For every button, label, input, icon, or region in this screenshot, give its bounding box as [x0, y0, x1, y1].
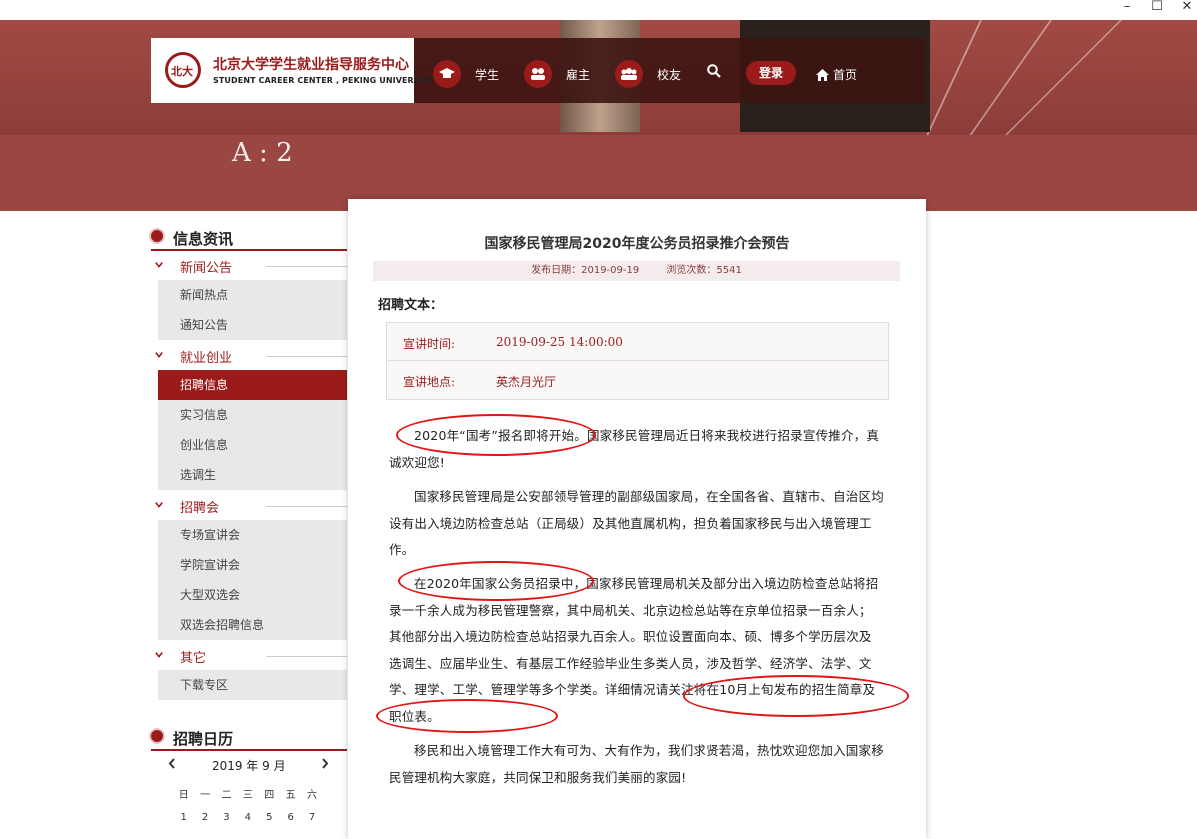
- category-news[interactable]: 新闻公告: [151, 250, 347, 280]
- sidebar-section-title: 信息资讯: [151, 220, 347, 251]
- category-other[interactable]: 其它: [151, 640, 347, 670]
- calendar-day[interactable]: 6: [280, 812, 301, 823]
- login-button[interactable]: 登录: [746, 61, 796, 85]
- article-meta: 发布日期：2019-09-19 浏览次数：5541: [373, 261, 900, 281]
- sidebar-item-large-fairs[interactable]: 大型双选会: [158, 580, 347, 610]
- category-label: 招聘会: [180, 501, 220, 516]
- home-label: 首页: [833, 68, 858, 82]
- calendar-week: 1 2 3 4 5 6 7: [173, 812, 333, 823]
- sidebar-item-internship[interactable]: 实习信息: [158, 400, 347, 430]
- search-icon[interactable]: [707, 64, 721, 78]
- sidebar-item-startup[interactable]: 创业信息: [158, 430, 347, 460]
- sidebar-item-fair-info[interactable]: 双选会招聘信息: [158, 610, 347, 640]
- sidebar-item-news-hot[interactable]: 新闻热点: [158, 280, 347, 310]
- info-value: 2019-09-25 14:00:00: [496, 335, 623, 349]
- calendar-month: 2019 年 9 月: [212, 759, 286, 773]
- chevron-left-icon[interactable]: [168, 758, 176, 769]
- pku-seal-icon: [165, 52, 201, 88]
- category-job-fairs[interactable]: 招聘会: [151, 490, 347, 520]
- category-label: 新闻公告: [180, 261, 233, 276]
- sidebar: 信息资讯 新闻公告 新闻热点 通知公告 就业创业 招聘信息 实习信息 创业信息 …: [151, 220, 347, 700]
- nav-student[interactable]: 学生: [433, 59, 499, 89]
- weekday: 日: [178, 790, 189, 801]
- bullet-icon: [151, 230, 163, 242]
- nav-employer[interactable]: 雇主: [524, 59, 590, 89]
- nav-student-label: 学生: [475, 67, 500, 82]
- sidebar-item-downloads[interactable]: 下载专区: [158, 670, 347, 700]
- info-title: 信息资讯: [173, 230, 234, 248]
- info-key: 宣讲地点:: [403, 375, 456, 389]
- weekday: 六: [307, 790, 318, 801]
- calendar-day[interactable]: 5: [259, 812, 280, 823]
- nav-alumni[interactable]: 校友: [615, 59, 681, 89]
- sidebar-item-notices[interactable]: 通知公告: [158, 310, 347, 340]
- article-title: 国家移民管理局2020年度公务员招录推介会预告: [484, 236, 790, 252]
- recruitment-calendar: 招聘日历 2019 年 9 月 日 一 二 三 四 五 六 1 2 3 4 5 …: [151, 720, 347, 823]
- home-icon: [816, 68, 829, 81]
- calendar-day[interactable]: 1: [173, 812, 194, 823]
- annotation-oval: [398, 561, 594, 601]
- chevron-right-icon[interactable]: [321, 758, 329, 769]
- banner-text: A : 2: [232, 138, 293, 168]
- weekday: 五: [285, 790, 296, 801]
- maximize-button[interactable]: ☐: [1142, 0, 1172, 18]
- publish-date: 发布日期：2019-09-19: [531, 265, 640, 276]
- window-titlebar: – ☐ ✕: [0, 0, 1197, 20]
- divider: [266, 656, 347, 657]
- view-count: 浏览次数：5541: [666, 265, 742, 276]
- weekday: 二: [221, 790, 232, 801]
- divider: [266, 506, 347, 507]
- calendar-section-title: 招聘日历: [151, 720, 347, 751]
- graduation-cap-icon: [433, 60, 461, 88]
- sidebar-item-recruitment[interactable]: 招聘信息: [158, 370, 347, 400]
- sidebar-item-special-talks[interactable]: 专场宣讲会: [158, 520, 347, 550]
- close-button[interactable]: ✕: [1172, 0, 1197, 18]
- group-icon: [615, 60, 643, 88]
- chevron-down-icon: [155, 502, 163, 508]
- calendar-day[interactable]: 3: [216, 812, 237, 823]
- calendar-day[interactable]: 7: [301, 812, 322, 823]
- weekday: 三: [242, 790, 253, 801]
- calendar-header: 2019 年 9 月: [165, 756, 335, 776]
- calendar-title: 招聘日历: [173, 730, 234, 748]
- annotation-oval: [396, 414, 596, 456]
- logo-title: 北京大学学生就业指导服务中心: [213, 57, 409, 73]
- annotation-oval: [376, 699, 558, 733]
- sidebar-item-college-talks[interactable]: 学院宣讲会: [158, 550, 347, 580]
- chevron-down-icon: [155, 352, 163, 358]
- chevron-down-icon: [155, 652, 163, 658]
- calendar-day[interactable]: 2: [194, 812, 215, 823]
- bullet-icon: [151, 730, 163, 742]
- category-label: 就业创业: [180, 351, 233, 366]
- annotation-oval: [683, 675, 909, 717]
- nav-alumni-label: 校友: [657, 67, 682, 82]
- category-employment[interactable]: 就业创业: [151, 340, 347, 370]
- weekday: 四: [264, 790, 275, 801]
- sidebar-item-selected-graduates[interactable]: 选调生: [158, 460, 347, 490]
- minimize-button[interactable]: –: [1112, 0, 1142, 18]
- info-value: 英杰月光厅: [496, 375, 557, 389]
- divider: [266, 356, 347, 357]
- info-key: 宣讲时间:: [403, 337, 456, 351]
- nav-employer-label: 雇主: [566, 67, 591, 82]
- article-panel: 国家移民管理局2020年度公务员招录推介会预告 发布日期：2019-09-19 …: [348, 199, 926, 839]
- calendar-weekdays: 日 一 二 三 四 五 六: [173, 786, 333, 801]
- calendar-day[interactable]: 4: [237, 812, 258, 823]
- logo-subtitle: STUDENT CAREER CENTER , PEKING UNIVERSIT…: [213, 76, 435, 85]
- paragraph: 移民和出入境管理工作大有可为、大有作为，我们求贤若渴，热忱欢迎您加入国家移民管理…: [389, 743, 884, 785]
- site-logo[interactable]: 北京大学学生就业指导服务中心 STUDENT CAREER CENTER , P…: [151, 38, 434, 103]
- divider: [151, 749, 347, 751]
- chevron-down-icon: [155, 262, 163, 268]
- divider: [266, 266, 347, 267]
- weekday: 一: [200, 790, 211, 801]
- paragraph: 国家移民管理局是公安部领导管理的副部级国家局，在全国各省、直辖市、自治区均设有出…: [389, 489, 884, 557]
- info-row-place: 宣讲地点: 英杰月光厅: [387, 361, 888, 398]
- info-table: 宣讲时间: 2019-09-25 14:00:00 宣讲地点: 英杰月光厅: [386, 322, 889, 400]
- home-link[interactable]: 首页: [816, 66, 857, 83]
- people-icon: [524, 60, 552, 88]
- category-label: 其它: [180, 651, 207, 666]
- section-label: 招聘文本：: [378, 298, 444, 313]
- info-row-time: 宣讲时间: 2019-09-25 14:00:00: [387, 323, 888, 360]
